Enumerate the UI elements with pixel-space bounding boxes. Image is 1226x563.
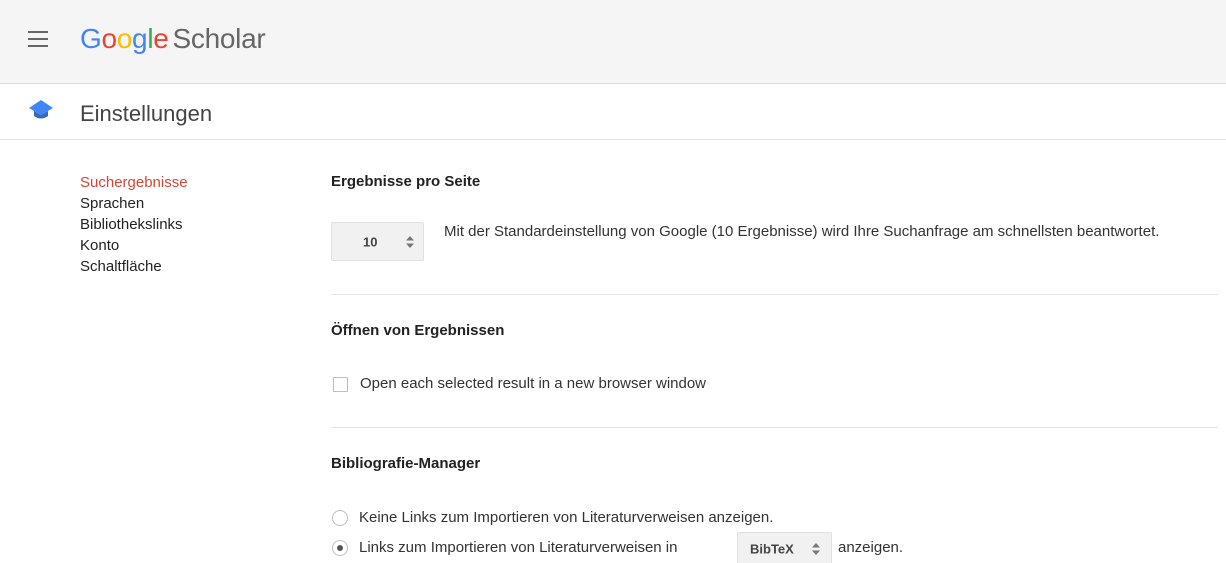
- bib-manager-title: Bibliografie-Manager: [331, 455, 481, 472]
- logo-letter-o1: o: [101, 23, 117, 54]
- sidenav-item-konto[interactable]: Konto: [80, 235, 188, 256]
- google-scholar-logo[interactable]: Google Scholar: [80, 22, 266, 56]
- no-import-links-label[interactable]: Keine Links zum Importieren von Literatu…: [359, 508, 773, 528]
- page-title: Einstellungen: [80, 101, 213, 126]
- show-import-links-suffix: anzeigen.: [838, 539, 904, 556]
- results-per-page-title: Ergebnisse pro Seite: [331, 173, 481, 190]
- bib-format-select[interactable]: BibTeX: [737, 532, 832, 563]
- show-import-links-radio[interactable]: [332, 540, 348, 556]
- logo-letter-e: e: [153, 23, 169, 54]
- select-arrows-icon: [812, 542, 820, 555]
- settings-title-bar: Einstellungen: [0, 84, 1226, 140]
- section-divider: [331, 294, 1218, 295]
- show-import-links-label[interactable]: Links zum Importieren von Literaturverwe…: [359, 538, 677, 558]
- sidenav-item-bibliothekslinks[interactable]: Bibliothekslinks: [80, 214, 188, 235]
- results-per-page-hint: Mit der Standardeinstellung von Google (…: [444, 223, 1160, 240]
- open-results-title: Öffnen von Ergebnissen: [331, 322, 505, 339]
- graduation-cap-icon: [29, 100, 53, 119]
- new-window-checkbox[interactable]: [333, 377, 348, 392]
- logo-letter-o2: o: [116, 23, 133, 54]
- sidenav-item-schaltflaeche[interactable]: Schaltfläche: [80, 256, 188, 277]
- no-import-links-radio[interactable]: [332, 510, 348, 526]
- new-window-checkbox-label[interactable]: Open each selected result in a new brows…: [360, 374, 706, 394]
- top-bar: Google Scholar: [0, 0, 1226, 84]
- results-per-page-select[interactable]: 10: [331, 222, 424, 261]
- sidenav-item-suchergebnisse[interactable]: Suchergebnisse: [80, 172, 188, 193]
- bib-format-value: BibTeX: [750, 541, 794, 556]
- settings-sidenav: Suchergebnisse Sprachen Bibliothekslinks…: [80, 172, 188, 277]
- hamburger-menu-icon[interactable]: [28, 31, 48, 47]
- section-divider: [331, 427, 1218, 428]
- logo-product-name: Scholar: [172, 23, 266, 54]
- radio-selected-dot: [337, 545, 343, 551]
- logo-letter-g2: g: [132, 23, 148, 54]
- logo-letter-g: G: [80, 23, 102, 54]
- select-arrows-icon: [406, 235, 414, 248]
- results-per-page-value: 10: [363, 234, 378, 249]
- sidenav-item-sprachen[interactable]: Sprachen: [80, 193, 188, 214]
